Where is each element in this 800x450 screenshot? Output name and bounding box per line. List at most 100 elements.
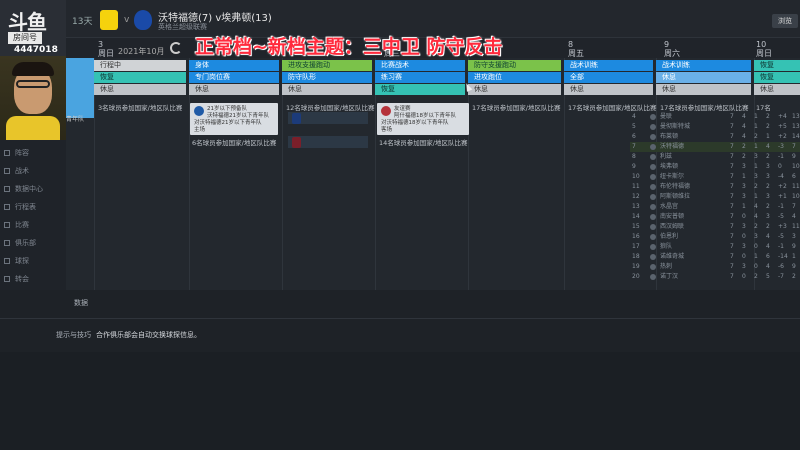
table-cell-pts: 3 [792, 233, 796, 240]
table-cell-pts: 7 [792, 203, 796, 210]
day-3[interactable]: 3 周日 [98, 40, 114, 58]
sidebar-item-matches[interactable]: 比赛 [4, 220, 29, 230]
session-cell[interactable]: 防守队形 [282, 72, 372, 83]
session-cell[interactable]: 休息 [656, 72, 751, 83]
table-cell-pts: 11 [792, 223, 800, 230]
sidebar-item-schedule[interactable]: 行程表 [4, 202, 36, 212]
day-8[interactable]: 8 周五 [568, 40, 584, 58]
team-crest-icon [650, 134, 656, 140]
table-row[interactable]: 15 西汉姆联 7 3 2 2 +3 11 [630, 222, 800, 232]
session-cell[interactable]: 休息 [656, 84, 751, 95]
table-row[interactable]: 18 诺维奇城 7 0 1 6 -14 1 [630, 252, 800, 262]
table-cell-d: 1 [754, 123, 758, 130]
selected-squad-label: 青年队 [66, 116, 85, 123]
table-row[interactable]: 8 利兹 7 2 3 2 -1 9 [630, 152, 800, 162]
session-cell[interactable]: 休息 [189, 84, 279, 95]
club-icon [4, 240, 10, 246]
club-crest-icon [292, 113, 301, 124]
table-row[interactable]: 14 南安普顿 7 0 4 3 -5 4 [630, 212, 800, 222]
table-cell-w: 3 [742, 263, 746, 270]
sidebar-item-club[interactable]: 俱乐部 [4, 238, 36, 248]
session-cell[interactable]: 恢复 [754, 72, 800, 83]
team-crest-icon [650, 174, 656, 180]
session-cell[interactable]: 休息 [564, 84, 653, 95]
table-cell-d: 1 [754, 193, 758, 200]
session-cell[interactable]: 练习赛 [375, 72, 465, 83]
table-cell-pos: 5 [632, 123, 636, 130]
session-cell[interactable]: 恢复 [94, 72, 186, 83]
browse-button[interactable]: 浏览 [772, 14, 798, 28]
day-10[interactable]: 10 周日 [756, 40, 772, 58]
table-cell-pts: 1 [792, 253, 796, 260]
table-cell-team: 西汉姆联 [660, 223, 685, 230]
table-cell-pos: 17 [632, 243, 640, 250]
selected-squad-column[interactable] [66, 58, 94, 118]
table-cell-pts: 6 [792, 173, 796, 180]
sidebar-item-squad[interactable]: 阵容 [4, 148, 29, 158]
home-club-badge-icon[interactable] [100, 10, 118, 30]
table-cell-pts: 13 [792, 123, 800, 130]
session-cell[interactable]: 身体 [189, 60, 279, 71]
table-cell-p: 7 [730, 233, 734, 240]
table-row[interactable]: 4 曼联 7 4 1 2 +4 13 [630, 112, 800, 122]
table-cell-l: 4 [766, 263, 770, 270]
table-row[interactable]: 12 阿斯顿维拉 7 3 1 3 +1 10 [630, 192, 800, 202]
table-row[interactable]: 6 布莱顿 7 4 2 1 +2 14 [630, 132, 800, 142]
session-cell[interactable]: 恢复 [754, 60, 800, 71]
sidebar-item-transfers[interactable]: 转会 [4, 274, 29, 284]
table-cell-d: 2 [754, 133, 758, 140]
table-row[interactable]: 17 狼队 7 3 0 4 -1 9 [630, 242, 800, 252]
table-row[interactable]: 20 诺丁汉 7 0 2 5 -7 2 [630, 272, 800, 282]
session-cell[interactable]: 全部 [564, 72, 653, 83]
table-cell-w: 3 [742, 243, 746, 250]
sidebar-item-label: 数据中心 [15, 185, 43, 193]
table-cell-gd: -3 [778, 143, 784, 150]
session-cell[interactable]: 休息 [282, 84, 372, 95]
day-9[interactable]: 9 周六 [664, 40, 680, 58]
table-row[interactable]: 13 水晶宫 7 1 4 2 -1 7 [630, 202, 800, 212]
team-crest-icon [650, 264, 656, 270]
table-row[interactable]: 9 埃弗顿 7 3 1 3 0 10 [630, 162, 800, 172]
session-cell[interactable]: 恢复 [375, 84, 465, 95]
friendly-icon [381, 106, 391, 116]
sidebar-item-data-hub[interactable]: 数据中心 [4, 184, 43, 194]
team-crest-icon [650, 114, 656, 120]
session-cell[interactable]: 战术训练 [564, 60, 653, 71]
table-cell-pos: 20 [632, 273, 640, 280]
fixture-popup-u21[interactable]: 21岁以下预备队 沃特福德21岁以下青年队 对沃特福德21岁以下青年队 主场 [190, 103, 278, 135]
fixture-popup-friendly[interactable]: 友谊赛 阿什福德18岁以下青年队 对沃特福德18岁以下青年队 客场 [377, 103, 469, 135]
session-cell[interactable]: 专门岗位赛 [189, 72, 279, 83]
session-cell[interactable]: 行程中 [94, 60, 186, 71]
sidebar-item-label: 比赛 [15, 221, 29, 229]
divider [0, 318, 800, 319]
table-row[interactable]: 16 伯恩利 7 0 3 4 -5 3 [630, 232, 800, 242]
session-cell[interactable]: 进攻跑位 [468, 72, 561, 83]
room-label: 房间号 [8, 32, 42, 44]
session-cell[interactable]: 战术训练 [656, 60, 751, 71]
tactics-icon [4, 168, 10, 174]
session-cell[interactable]: 进攻支援跑动 [282, 60, 372, 71]
table-row[interactable]: 7 沃特福德 7 2 1 4 -3 7 [630, 142, 800, 152]
table-row[interactable]: 19 热刺 7 3 0 4 -6 9 [630, 262, 800, 272]
club-crest-icon [292, 137, 301, 148]
session-cell[interactable]: 休息 [94, 84, 186, 95]
team-crest-icon [650, 124, 656, 130]
session-cell[interactable]: 休息 [754, 84, 800, 95]
away-club-badge-icon[interactable] [134, 10, 152, 30]
table-cell-d: 0 [754, 243, 758, 250]
table-row[interactable]: 5 曼彻斯特城 7 4 1 2 +5 13 [630, 122, 800, 132]
table-row[interactable]: 10 纽卡斯尔 7 1 3 3 -4 6 [630, 172, 800, 182]
national-team-note: 14名球员参加国家/地区队比赛 [379, 139, 468, 147]
match-competition: 英格兰超级联赛 [158, 23, 207, 31]
sidebar-item-tactics[interactable]: 战术 [4, 166, 29, 176]
whistle-icon [194, 106, 204, 116]
table-cell-gd: +2 [778, 183, 787, 190]
data-icon [4, 186, 10, 192]
session-cell[interactable]: 比赛战术 [375, 60, 465, 71]
session-cell[interactable]: 休息 [468, 84, 561, 95]
tips-text: 合作俱乐部会自动交换球探信息。 [96, 331, 201, 339]
sidebar-item-scouting[interactable]: 球探 [4, 256, 29, 266]
table-cell-d: 1 [754, 163, 758, 170]
table-row[interactable]: 11 布伦特福德 7 3 2 2 +2 11 [630, 182, 800, 192]
session-cell[interactable]: 防守支援跑动 [468, 60, 561, 71]
